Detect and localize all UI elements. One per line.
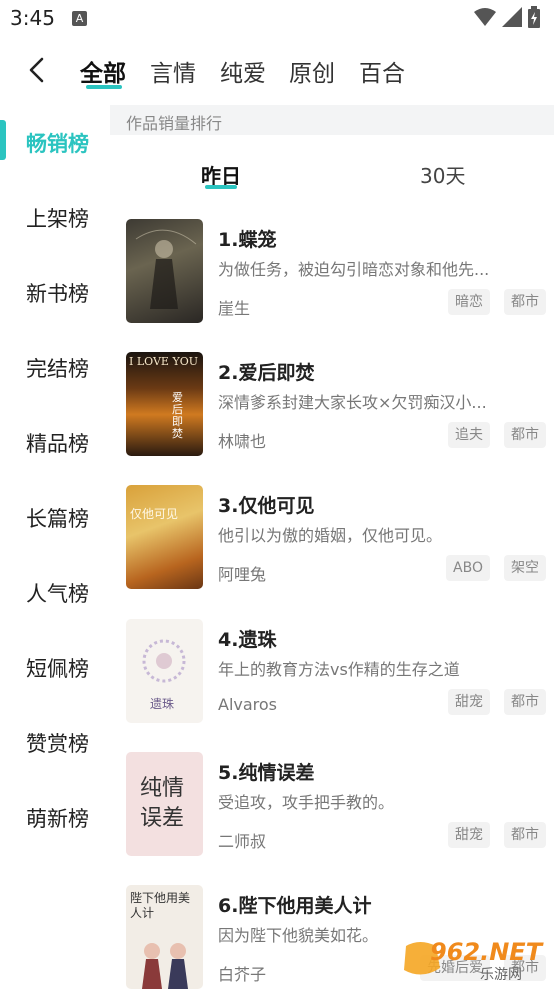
sidebar-item-quality[interactable]: 精品榜 xyxy=(0,420,110,460)
sidebar-item-bestseller[interactable]: 畅销榜 xyxy=(0,120,110,160)
book-tag: 甜宠 xyxy=(448,689,490,715)
book-description: 深情爹系封建大家长攻×欠罚痴汉小... xyxy=(218,393,487,412)
book-title: 5.纯情误差 xyxy=(218,762,315,784)
wifi-icon xyxy=(474,8,496,26)
book-description: 为做任务，被迫勾引暗恋对象和他先... xyxy=(218,260,490,279)
watermark-brand: 962.NET xyxy=(430,938,543,966)
sidebar-item-label: 赞赏榜 xyxy=(26,732,89,756)
sidebar-item-reward[interactable]: 赞赏榜 xyxy=(0,720,110,760)
book-item[interactable]: 纯情误差 5.纯情误差 受追攻，攻手把手教的。 二师叔 甜宠 都市 xyxy=(126,752,546,856)
book-cover: 纯情误差 xyxy=(126,752,203,856)
back-arrow-icon[interactable] xyxy=(22,54,54,86)
sidebar-item-label: 萌新榜 xyxy=(26,807,89,831)
sidebar-item-label: 新书榜 xyxy=(26,282,89,306)
book-cover: 遗珠 xyxy=(126,619,203,723)
tab-all[interactable]: 全部 xyxy=(80,54,126,88)
cover-text: I LOVE YOU xyxy=(129,355,198,368)
sidebar-item-short[interactable]: 短佩榜 xyxy=(0,645,110,685)
book-description: 受追攻，攻手把手教的。 xyxy=(218,793,395,812)
sidebar-item-long[interactable]: 长篇榜 xyxy=(0,495,110,535)
book-tag: 都市 xyxy=(504,289,546,315)
cover-text: 遗珠 xyxy=(150,697,175,711)
book-tag: 都市 xyxy=(504,689,546,715)
sidebar-item-newcomer[interactable]: 萌新榜 xyxy=(0,795,110,835)
book-author: Alvaros xyxy=(218,695,278,714)
sidebar-item-label: 畅销榜 xyxy=(26,132,89,156)
sidebar-item-label: 上架榜 xyxy=(26,207,89,231)
active-tab-indicator xyxy=(86,85,122,89)
tab-bl[interactable]: 纯爱 xyxy=(220,54,266,88)
book-cover: 仅他可见 xyxy=(126,485,203,589)
book-author: 白芥子 xyxy=(218,965,267,984)
book-tag: 架空 xyxy=(504,555,546,581)
site-watermark: 962.NET 乐游网 xyxy=(400,938,550,983)
book-author: 阿哩兔 xyxy=(218,565,267,584)
battery-icon xyxy=(528,6,540,28)
book-title: 2.爱后即焚 xyxy=(218,362,315,384)
status-time: 3:45 xyxy=(10,6,55,30)
cover-art xyxy=(135,229,197,309)
book-item[interactable]: 遗珠 4.遗珠 年上的教育方法vs作精的生存之道 Alvaros 甜宠 都市 xyxy=(126,619,546,723)
book-title: 6.陛下他用美人计 xyxy=(218,895,372,917)
ranking-header-label: 作品销量排行 xyxy=(126,114,223,133)
book-item[interactable]: I LOVE YOU 爱后即焚 2.爱后即焚 深情爹系封建大家长攻×欠罚痴汉小.… xyxy=(126,352,546,456)
sub-tab-indicator xyxy=(205,185,237,189)
sidebar-item-label: 人气榜 xyxy=(26,582,89,606)
tab-30-days[interactable]: 30天 xyxy=(420,160,465,189)
sidebar-item-label: 短佩榜 xyxy=(26,657,89,681)
book-title: 4.遗珠 xyxy=(218,629,277,651)
book-title: 1.蝶笼 xyxy=(218,229,277,251)
book-title: 3.仅他可见 xyxy=(218,495,315,517)
sidebar-item-finished[interactable]: 完结榜 xyxy=(0,345,110,385)
sidebar-item-shelf[interactable]: 上架榜 xyxy=(0,195,110,235)
book-tag: 甜宠 xyxy=(448,822,490,848)
sidebar-item-label: 完结榜 xyxy=(26,357,89,381)
book-author: 崖生 xyxy=(218,299,251,318)
ranking-content: 作品销量排行 昨日 30天 1.蝶笼 为做任务，被迫勾引暗恋对象和他先... 崖… xyxy=(110,100,554,989)
cover-art xyxy=(142,943,188,989)
sidebar-item-popular[interactable]: 人气榜 xyxy=(0,570,110,610)
tab-original[interactable]: 原创 xyxy=(289,54,335,88)
book-tag: 都市 xyxy=(504,422,546,448)
status-icons xyxy=(474,6,540,28)
sidebar-item-new[interactable]: 新书榜 xyxy=(0,270,110,310)
book-tag: 追夫 xyxy=(448,422,490,448)
tab-gl[interactable]: 百合 xyxy=(359,54,405,88)
sidebar-item-label: 精品榜 xyxy=(26,432,89,456)
top-nav: 全部 言情 纯爱 原创 百合 xyxy=(0,44,554,96)
sidebar-item-label: 长篇榜 xyxy=(26,507,89,531)
ranking-header: 作品销量排行 xyxy=(110,105,554,135)
ranking-sidebar: 畅销榜 上架榜 新书榜 完结榜 精品榜 长篇榜 人气榜 短佩榜 赞赏榜 萌新榜 xyxy=(0,100,110,984)
book-description: 年上的教育方法vs作精的生存之道 xyxy=(218,660,460,679)
book-cover xyxy=(126,219,203,323)
book-tag: ABO xyxy=(446,555,490,581)
cover-text: 仅他可见 xyxy=(130,507,179,521)
notification-icon: A xyxy=(72,11,87,26)
book-item[interactable]: 仅他可见 3.仅他可见 他引以为傲的婚姻，仅他可见。 阿哩兔 ABO 架空 xyxy=(126,485,546,589)
book-author: 林啸也 xyxy=(218,432,267,451)
watermark-sub: 乐游网 xyxy=(480,967,522,983)
tab-romance[interactable]: 言情 xyxy=(150,54,196,88)
book-cover: I LOVE YOU 爱后即焚 xyxy=(126,352,203,456)
book-tag: 暗恋 xyxy=(448,289,490,315)
book-item[interactable]: 1.蝶笼 为做任务，被迫勾引暗恋对象和他先... 崖生 暗恋 都市 xyxy=(126,219,546,323)
book-author: 二师叔 xyxy=(218,832,267,851)
status-bar: 3:45 A xyxy=(0,0,554,36)
cover-text: 纯情误差 xyxy=(140,776,185,831)
book-tag: 都市 xyxy=(504,822,546,848)
cover-subtitle: 爱后即焚 xyxy=(172,391,183,440)
signal-icon xyxy=(502,7,522,27)
book-cover: 陛下他用美人计 xyxy=(126,885,203,989)
book-description: 他引以为傲的婚姻，仅他可见。 xyxy=(218,526,443,545)
